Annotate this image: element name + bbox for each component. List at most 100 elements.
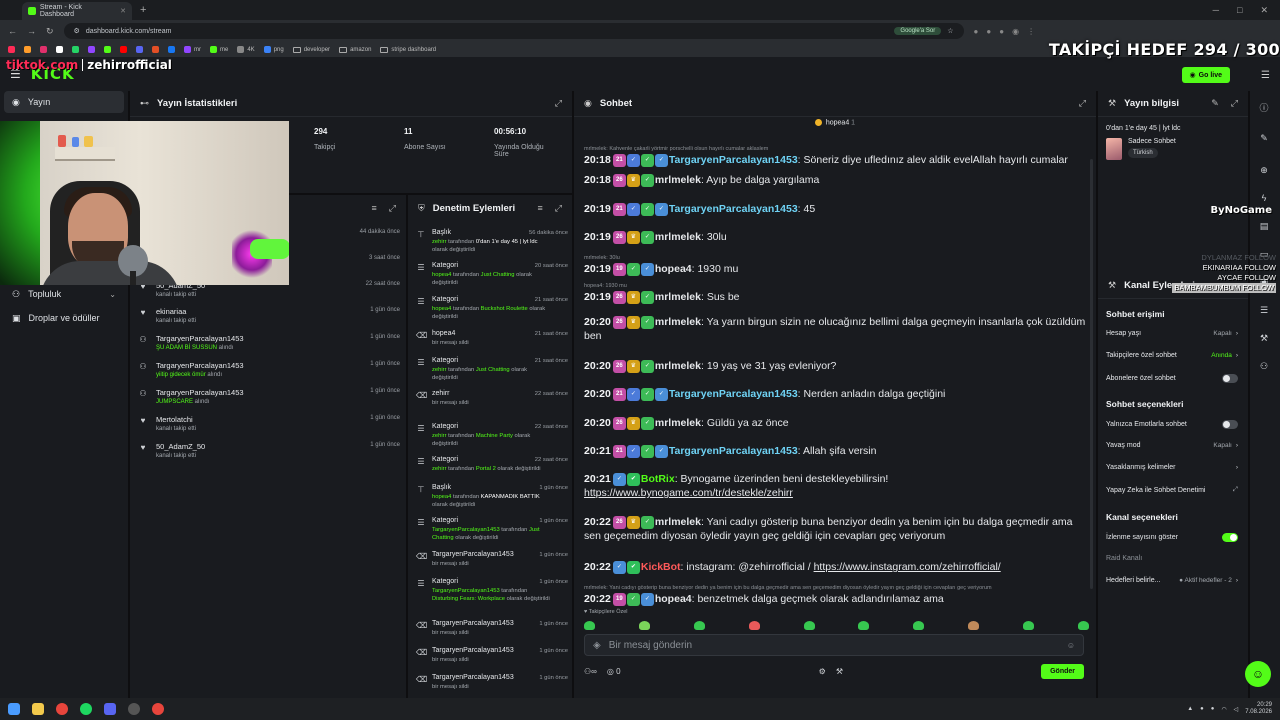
activity-username[interactable]: Mertolatchi — [156, 415, 196, 424]
go-live-button[interactable]: ◉ Go live — [1181, 67, 1230, 83]
reload-icon[interactable]: ↻ — [46, 26, 54, 37]
discord-icon[interactable] — [104, 703, 116, 715]
maximize-icon[interactable]: □ — [1237, 5, 1242, 16]
spotify-icon[interactable] — [80, 703, 92, 715]
url-input[interactable]: ⚙ dashboard.kick.com/stream Google'a Sor… — [63, 23, 964, 39]
send-button[interactable]: Gönder — [1041, 663, 1084, 679]
bookmark-icon[interactable] — [24, 46, 31, 53]
back-icon[interactable]: ← — [8, 26, 17, 36]
activity-username[interactable]: TargaryenParcalayan1453 — [156, 334, 244, 343]
group-icon[interactable]: ⚇ — [1258, 361, 1270, 373]
setting-row[interactable]: İzlenme sayısını göster — [1106, 533, 1238, 542]
bookmark-folder[interactable]: mr — [184, 46, 201, 53]
chat-username[interactable]: TargaryenParcalayan1453 — [669, 445, 798, 457]
chat-username[interactable]: hopea4 — [655, 263, 692, 275]
emote-icon[interactable] — [584, 621, 595, 630]
popout-icon[interactable]: ⤢ — [1231, 98, 1238, 109]
list-icon[interactable]: ☰ — [1258, 305, 1270, 317]
setting-row[interactable]: Yapay Zeka ile Sohbet Denetimi ⤢ — [1106, 486, 1238, 494]
lightning-icon[interactable]: ϟ — [1258, 193, 1270, 205]
bookmark-icon[interactable] — [136, 46, 143, 53]
users-icon[interactable]: ⚇∞ — [584, 667, 597, 676]
chrome-icon[interactable] — [152, 703, 164, 715]
chat-username[interactable]: TargaryenParcalayan1453 — [669, 203, 798, 215]
sidebar-item-droplar[interactable]: ▣ Droplar ve ödüller — [4, 307, 124, 329]
bookmark-icon[interactable] — [56, 46, 63, 53]
tray-icon[interactable]: ▲ — [1187, 706, 1193, 712]
bookmark-folder[interactable]: png — [263, 46, 284, 53]
extension-icon[interactable]: ● — [999, 27, 1004, 36]
support-chat-button[interactable]: ☺ — [1245, 661, 1271, 687]
chat-username[interactable]: mrlmelek — [655, 360, 701, 372]
emote-icon[interactable] — [1023, 621, 1034, 630]
settings-gear-icon[interactable]: ⚙ — [819, 667, 826, 676]
clock[interactable]: 20:29 7.08.2026 — [1245, 702, 1272, 716]
bookmark-icon[interactable] — [40, 46, 47, 53]
user-menu-icon[interactable]: ☰ — [1261, 70, 1270, 81]
activity-username[interactable]: 50_AdamZ_50 — [156, 442, 205, 451]
emoji-icon[interactable]: ☺ — [1067, 641, 1075, 650]
google-ask-button[interactable]: Google'a Sor — [894, 27, 942, 35]
chat-input[interactable]: ◈ Bir mesaj gönderin ☺ — [584, 634, 1084, 656]
chat-username[interactable]: mrlmelek — [655, 291, 701, 303]
activity-username[interactable]: TargaryenParcalayan1453 — [156, 388, 244, 397]
bookmark-icon[interactable] — [152, 46, 159, 53]
bookmark-folder[interactable]: amazon — [339, 46, 371, 53]
edit-icon[interactable]: ✎ — [1211, 98, 1219, 109]
bookmark-folder[interactable]: 4K — [237, 46, 255, 53]
hammer-icon[interactable]: ⚒ — [1258, 333, 1270, 345]
info-icon[interactable]: ⓘ — [1258, 101, 1270, 113]
target-icon[interactable]: ⊕ — [1258, 165, 1270, 177]
minimize-icon[interactable]: ─ — [1213, 5, 1219, 16]
browser-tab[interactable]: Stream - Kick Dashboard ✕ — [22, 2, 132, 20]
emote-icon[interactable] — [858, 621, 870, 630]
chat-username[interactable]: hopea4 — [655, 593, 692, 605]
emote-icon[interactable] — [748, 621, 760, 630]
emote-icon[interactable] — [638, 621, 650, 630]
bookmark-folder[interactable]: developer — [292, 46, 330, 53]
bookmark-folder[interactable]: stripe dashboard — [380, 46, 436, 53]
setting-row[interactable]: Abonelere özel sohbet — [1106, 374, 1238, 383]
bookmark-icon[interactable] — [8, 46, 15, 53]
channel-points[interactable]: ◎ 0 — [607, 667, 621, 676]
chat-username[interactable]: mrlmelek — [655, 316, 701, 328]
emote-icon[interactable] — [693, 621, 705, 630]
toggle-switch[interactable] — [1222, 374, 1238, 383]
setting-row[interactable]: Yasaklanmış kelimeler › — [1106, 464, 1238, 471]
activity-username[interactable]: ekinariaa — [156, 307, 196, 316]
menu-kebab-icon[interactable]: ⋮ — [1027, 27, 1035, 36]
clipboard-icon[interactable]: ▤ — [1258, 221, 1270, 233]
bookmark-icon[interactable] — [120, 46, 127, 53]
popout-icon[interactable]: ⤢ — [389, 203, 396, 214]
popout-icon[interactable]: ⤢ — [555, 203, 562, 214]
chat-username[interactable]: TargaryenParcalayan1453 — [669, 154, 798, 166]
forward-icon[interactable]: → — [27, 26, 36, 36]
activity-username[interactable]: TargaryenParcalayan1453 — [156, 361, 244, 370]
chat-username[interactable]: mrlmelek — [655, 174, 701, 186]
mod-tools-icon[interactable]: ⚒ — [836, 667, 843, 676]
chat-scrollbar[interactable] — [1090, 159, 1093, 589]
pencil-icon[interactable]: ✎ — [1258, 133, 1270, 145]
setting-row[interactable]: Raid Kanalı — [1106, 555, 1238, 562]
bookmark-star-icon[interactable]: ☆ — [947, 27, 953, 35]
toggle-switch[interactable] — [1222, 533, 1238, 542]
message-link[interactable]: https://www.bynogame.com/tr/destekle/zeh… — [584, 487, 793, 499]
bookmark-icon[interactable] — [168, 46, 175, 53]
emote-icon[interactable] — [968, 621, 980, 630]
setting-row[interactable]: Yavaş mod Kapalı › — [1106, 442, 1238, 449]
tray-icon[interactable]: ● — [1211, 706, 1215, 712]
setting-row[interactable]: Hedefleri belirle... ● Aktif hedefler - 2… — [1106, 577, 1238, 584]
extension-icon[interactable]: ● — [974, 27, 979, 36]
popout-icon[interactable]: ⤢ — [555, 98, 562, 109]
chat-username[interactable]: mrlmelek — [655, 516, 701, 528]
bookmark-icon[interactable] — [104, 46, 111, 53]
sidebar-item-yayin[interactable]: ◉ Yayın — [4, 91, 124, 113]
filter-icon[interactable]: ≡ — [372, 203, 377, 214]
close-tab-icon[interactable]: ✕ — [120, 7, 126, 15]
chat-username[interactable]: mrlmelek — [655, 417, 701, 429]
emote-icon[interactable] — [803, 621, 815, 630]
profile-icon[interactable]: ◉ — [1012, 27, 1019, 36]
extension-icon[interactable]: ● — [986, 27, 991, 36]
wifi-icon[interactable]: ◠ — [1221, 706, 1226, 713]
sidebar-item-topluluk[interactable]: ⚇ Topluluk ⌄ — [4, 283, 124, 305]
